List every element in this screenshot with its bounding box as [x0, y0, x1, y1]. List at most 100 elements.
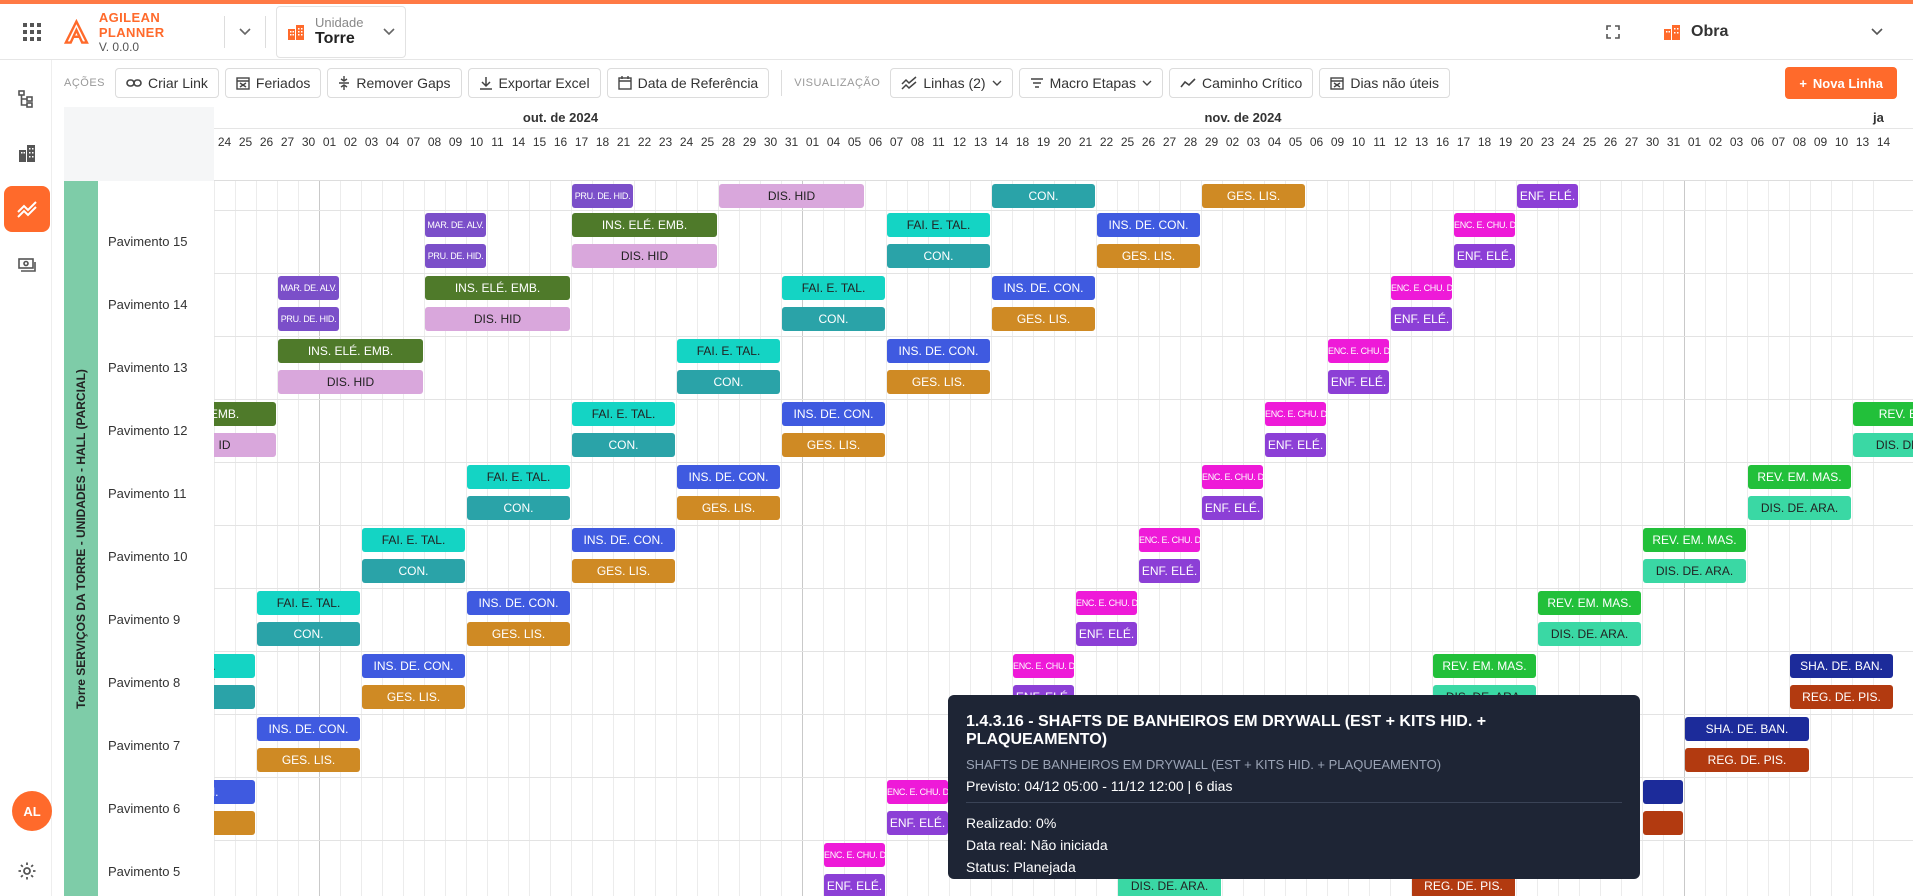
task-bar[interactable]: SHA. DE. BAN.	[1685, 717, 1809, 741]
task-bar[interactable]: ENF. ELÉ.	[1391, 307, 1452, 331]
task-bar[interactable]: ENC. E. CHU. D	[1013, 654, 1074, 678]
task-bar[interactable]: GES. LIS.	[782, 433, 885, 457]
task-bar[interactable]: PRU. DE. HID.	[278, 307, 339, 331]
task-bar[interactable]: REG. DE. PIS.	[1685, 748, 1809, 772]
linhas-dropdown[interactable]: Linhas (2)	[890, 68, 1013, 98]
task-bar[interactable]: MAR. DE. ALV.	[278, 276, 339, 300]
task-bar[interactable]: INS. DE. CON.	[1097, 213, 1200, 237]
task-bar[interactable]: GES. LIS.	[257, 748, 360, 772]
task-bar[interactable]: GES. LIS.	[887, 370, 990, 394]
task-bar[interactable]: CON.	[362, 559, 465, 583]
task-bar[interactable]: REV. EM. MAS.	[1643, 528, 1746, 552]
task-bar[interactable]: CON.	[677, 370, 780, 394]
macro-etapas-dropdown[interactable]: Macro Etapas	[1018, 68, 1163, 98]
task-bar[interactable]: EMB.	[214, 402, 276, 426]
dias-nao-uteis-button[interactable]: Dias não úteis	[1319, 68, 1451, 98]
feriados-button[interactable]: Feriados	[224, 68, 322, 98]
task-bar[interactable]: DIS. HID	[278, 370, 423, 394]
rail-item-planning[interactable]	[4, 186, 50, 232]
task-bar[interactable]: ENC. E. CHU. D	[1265, 402, 1326, 426]
task-bar[interactable]: GES. LIS.	[992, 307, 1095, 331]
task-bar[interactable]: MAR. DE. ALV.	[425, 213, 486, 237]
task-bar[interactable]: PRU. DE. HID.	[572, 184, 633, 208]
task-bar[interactable]: DIS. DE. A	[1853, 433, 1913, 457]
task-bar[interactable]: ENF. ELÉ.	[824, 874, 885, 896]
task-bar[interactable]: INS. ELÉ. EMB.	[572, 213, 717, 237]
unit-selector[interactable]: Unidade Torre	[276, 5, 406, 58]
task-bar[interactable]: REV. EM.	[1853, 402, 1913, 426]
task-bar[interactable]: GES. LIS.	[362, 685, 465, 709]
task-bar[interactable]: PRU. DE. HID.	[425, 244, 486, 268]
task-bar[interactable]	[1643, 780, 1683, 804]
rail-item-buildings[interactable]	[4, 130, 50, 176]
settings-button[interactable]	[4, 848, 50, 894]
task-bar[interactable]: FAI. E. TAL.	[677, 339, 780, 363]
task-bar[interactable]: REG. DE. PIS.	[1790, 685, 1893, 709]
task-bar[interactable]: INS. DE. CON.	[362, 654, 465, 678]
task-bar[interactable]: ENF. ELÉ.	[1265, 433, 1326, 457]
remover-gaps-button[interactable]: Remover Gaps	[327, 68, 462, 98]
task-bar[interactable]: INS. ELÉ. EMB.	[278, 339, 423, 363]
task-bar[interactable]: CON.	[572, 433, 675, 457]
user-avatar[interactable]: AL	[12, 791, 52, 831]
fullscreen-button[interactable]	[1593, 12, 1633, 52]
nova-linha-button[interactable]: + Nova Linha	[1785, 67, 1897, 99]
obra-selector[interactable]: Obra	[1663, 23, 1913, 41]
task-bar[interactable]: ENC. E. CHU. D	[1202, 465, 1263, 489]
task-bar[interactable]: FAI. E. TAL.	[572, 402, 675, 426]
task-bar[interactable]: ENC. E. CHU. D	[1391, 276, 1452, 300]
task-bar[interactable]: DIS. HID	[425, 307, 570, 331]
task-bar[interactable]: DIS. DE. ARA.	[1643, 559, 1746, 583]
task-bar[interactable]: CON.	[992, 184, 1095, 208]
task-bar[interactable]: GES. LIS.	[1202, 184, 1305, 208]
task-bar[interactable]: ENF. ELÉ.	[1328, 370, 1389, 394]
task-bar[interactable]: DIS. HID	[719, 184, 864, 208]
task-bar[interactable]: FAI. E. TAL.	[257, 591, 360, 615]
task-bar[interactable]: CON.	[467, 496, 570, 520]
apps-grid-button[interactable]	[0, 4, 64, 60]
task-bar[interactable]: DIS. HID	[572, 244, 717, 268]
task-bar[interactable]: IS.	[214, 811, 255, 835]
task-bar[interactable]: INS. DE. CON.	[677, 465, 780, 489]
data-referencia-button[interactable]: Data de Referência	[606, 68, 770, 98]
caminho-critico-button[interactable]: Caminho Crítico	[1168, 68, 1314, 98]
app-logo[interactable]: AGILEAN PLANNER V. 0.0.0	[64, 10, 224, 54]
task-bar[interactable]: INS. DE. CON.	[992, 276, 1095, 300]
task-bar[interactable]: ENC. E. CHU. D	[1076, 591, 1137, 615]
exportar-excel-button[interactable]: Exportar Excel	[467, 68, 601, 98]
task-bar[interactable]: ENF. ELÉ.	[887, 811, 948, 835]
task-bar[interactable]: CON.	[257, 622, 360, 646]
task-bar[interactable]: ENF. ELÉ.	[1454, 244, 1515, 268]
task-bar[interactable]: ENF. ELÉ.	[1202, 496, 1263, 520]
task-bar[interactable]: ENF. ELÉ.	[1076, 622, 1137, 646]
task-bar[interactable]: SHA. DE. BAN.	[1790, 654, 1893, 678]
task-bar[interactable]: REV. EM. MAS.	[1538, 591, 1641, 615]
rail-item-structure[interactable]	[4, 76, 50, 122]
task-bar[interactable]: INS. DE. CON.	[887, 339, 990, 363]
task-bar[interactable]: ENF. ELÉ.	[1139, 559, 1200, 583]
task-bar[interactable]: TAL.	[214, 654, 255, 678]
task-bar[interactable]: INS. DE. CON.	[467, 591, 570, 615]
task-bar[interactable]: INS. DE. CON.	[782, 402, 885, 426]
task-bar[interactable]: ENC. E. CHU. D	[1328, 339, 1389, 363]
task-bar[interactable]: CON.	[782, 307, 885, 331]
app-menu-dropdown[interactable]	[225, 12, 265, 52]
task-bar[interactable]: CON.	[887, 244, 990, 268]
criar-link-button[interactable]: Criar Link	[115, 68, 219, 98]
task-bar[interactable]: FAI. E. TAL.	[782, 276, 885, 300]
task-bar[interactable]: REV. EM. MAS.	[1748, 465, 1851, 489]
task-bar[interactable]: ENC. E. CHU. D	[1139, 528, 1200, 552]
task-bar[interactable]: ENC. E. CHU. D	[1454, 213, 1515, 237]
task-bar[interactable]: INS. DE. CON.	[572, 528, 675, 552]
rail-item-finance[interactable]	[4, 242, 50, 288]
task-bar[interactable]: GES. LIS.	[467, 622, 570, 646]
task-bar[interactable]: GES. LIS.	[1097, 244, 1200, 268]
task-bar[interactable]	[1643, 811, 1683, 835]
task-bar[interactable]: REV. EM. MAS.	[1433, 654, 1536, 678]
task-bar[interactable]: FAI. E. TAL.	[887, 213, 990, 237]
task-bar[interactable]: ID	[214, 433, 276, 457]
task-bar[interactable]: ENC. E. CHU. D	[824, 843, 885, 867]
task-bar[interactable]: INS. ELÉ. EMB.	[425, 276, 570, 300]
task-bar[interactable]: DIS. DE. ARA.	[1538, 622, 1641, 646]
task-bar[interactable]: GES. LIS.	[677, 496, 780, 520]
